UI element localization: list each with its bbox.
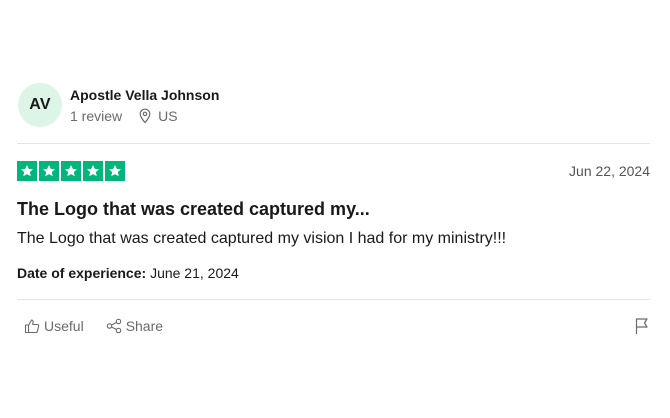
reviewer-info: Apostle Vella Johnson 1 review US: [70, 86, 219, 124]
star-icon: [87, 165, 99, 177]
star-2: [39, 161, 59, 181]
reviewer-location: US: [138, 108, 178, 124]
star-icon: [43, 165, 55, 177]
star-icon: [21, 165, 33, 177]
share-label: Share: [125, 318, 164, 334]
star-icon: [65, 165, 77, 177]
star-4: [83, 161, 103, 181]
divider: [17, 143, 650, 144]
star-5: [105, 161, 125, 181]
report-flag-button[interactable]: [634, 317, 650, 335]
useful-label: Useful: [44, 318, 84, 334]
avatar[interactable]: AV: [18, 83, 62, 127]
review-body: The Logo that was created captured my vi…: [17, 230, 507, 247]
flag-icon: [635, 318, 648, 334]
star-rating: [17, 161, 125, 181]
divider: [17, 299, 650, 300]
share-icon: [106, 318, 121, 334]
reviewer-header: AV Apostle Vella Johnson 1 review US: [17, 82, 650, 128]
share-button[interactable]: Share: [106, 318, 163, 334]
review-card: AV Apostle Vella Johnson 1 review US Jun…: [17, 82, 650, 337]
useful-button[interactable]: Useful: [24, 318, 84, 334]
review-header-row: Jun 22, 2024: [17, 160, 650, 182]
reviewer-name[interactable]: Apostle Vella Johnson: [70, 86, 219, 104]
experience-label: Date of experience:: [17, 265, 147, 281]
star-icon: [109, 165, 121, 177]
reviewer-meta: 1 review US: [70, 108, 219, 124]
review-date: Jun 22, 2024: [569, 163, 650, 179]
reviewer-country: US: [158, 108, 178, 124]
star-1: [17, 161, 37, 181]
experience-date: June 21, 2024: [150, 265, 239, 281]
thumbs-up-icon: [24, 319, 40, 334]
review-actions: Useful Share: [17, 315, 650, 337]
star-3: [61, 161, 81, 181]
date-of-experience: Date of experience: June 21, 2024: [17, 264, 650, 282]
review-title[interactable]: The Logo that was created captured my...: [17, 198, 650, 220]
review-count: 1 review: [70, 108, 123, 124]
location-pin-icon: [139, 108, 151, 124]
